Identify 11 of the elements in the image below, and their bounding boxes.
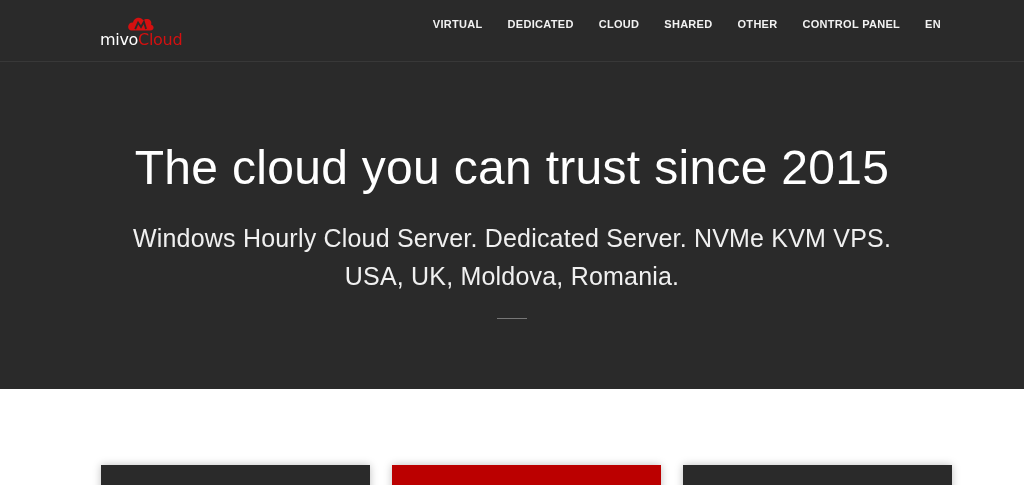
hero-title: The cloud you can trust since 2015 <box>134 140 890 195</box>
hero-subtitle: Windows Hourly Cloud Server. Dedicated Server. NVMe KVM VPS. <box>132 223 892 254</box>
nav-link[interactable]: EN <box>925 17 941 30</box>
nav-link[interactable]: SHARED <box>664 17 713 30</box>
hero-subtitle: USA, UK, Moldova, Romania. <box>344 261 680 292</box>
nav-link[interactable]: VIRTUAL <box>432 17 483 30</box>
logo[interactable]: mivoCloud <box>100 16 183 49</box>
nav-link[interactable]: CONTROL PANEL <box>802 17 901 30</box>
nav-link[interactable]: DEDICATED <box>507 17 574 30</box>
nav-link[interactable]: OTHER <box>737 17 778 30</box>
nav-link[interactable]: CLOUD <box>598 17 640 30</box>
